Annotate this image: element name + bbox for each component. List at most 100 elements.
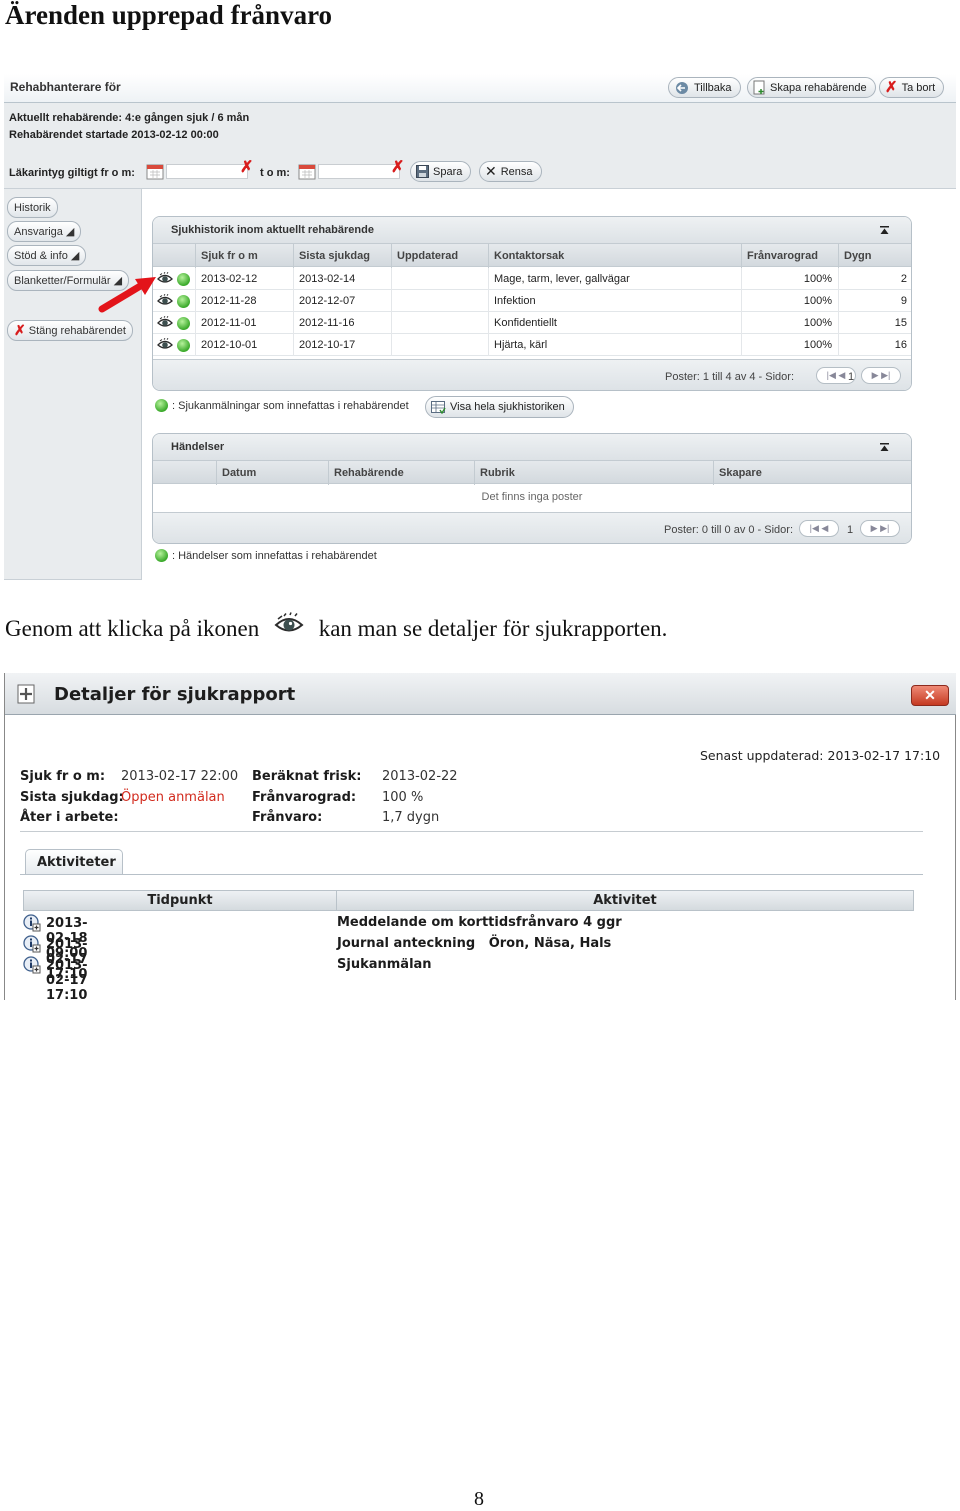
column-header[interactable]: Kontaktorsak <box>488 244 741 268</box>
sidebar-item-label: Ansvariga <box>14 225 63 238</box>
eye-icon[interactable] <box>157 316 173 329</box>
rehab-title: Rehabhanterare för <box>10 80 121 94</box>
add-document-icon <box>17 684 35 704</box>
sidebar-item-responsible[interactable]: Ansvariga ◢ <box>7 221 82 242</box>
certificate-label: Läkarintyg giltigt fr o m: <box>9 167 135 179</box>
column-header[interactable]: Uppdaterad <box>391 244 488 268</box>
info-add-icon[interactable] <box>23 914 41 932</box>
document-heading: Ärenden upprepad frånvaro <box>5 0 333 30</box>
save-button[interactable]: Spara <box>410 161 472 182</box>
cert-from-input[interactable] <box>166 164 248 179</box>
eye-icon[interactable] <box>157 338 173 351</box>
contact-reason-cell: Mage, tarm, lever, gallvägar <box>488 268 741 290</box>
last-sick-day-label: Sista sjukdag: <box>20 790 124 805</box>
collapse-icon[interactable] <box>880 226 889 234</box>
back-button[interactable]: Tillbaka <box>668 77 741 98</box>
activity-time: 2013-02-17 17:10 <box>46 958 88 1003</box>
sidebar-item-history[interactable]: Historik <box>7 197 58 218</box>
close-case-button[interactable]: ✗ Stäng rehabärendet <box>7 320 133 341</box>
next-page-icon[interactable]: ▶ ▶| <box>861 367 901 384</box>
delete-button[interactable]: ✗ Ta bort <box>879 77 945 98</box>
column-header[interactable]: Rubrik <box>474 461 713 485</box>
column-header[interactable]: Frånvarograd <box>741 244 838 268</box>
cert-to-input[interactable] <box>318 164 400 179</box>
events-table-header: Datum Rehabärende Rubrik Skapare <box>153 460 911 485</box>
last-day-cell: 2012-12-07 <box>293 290 391 312</box>
calendar-icon[interactable] <box>146 162 164 180</box>
sidebar-item-label: Blanketter/Formulär <box>14 274 111 287</box>
estimated-healthy-value: 2013-02-22 <box>382 769 458 784</box>
last-day-cell: 2012-11-16 <box>293 312 391 334</box>
collapse-icon[interactable] <box>880 443 889 451</box>
back-label: Tillbaka <box>694 81 732 94</box>
contact-reason-cell: Hjärta, kärl <box>488 334 741 356</box>
certificate-to-label: t o m: <box>260 167 290 179</box>
contact-reason-cell: Konfidentiellt <box>488 312 741 334</box>
dialog-close-button[interactable]: ✕ <box>911 685 949 706</box>
green-dot-icon <box>155 549 168 562</box>
column-header[interactable]: Datum <box>216 461 328 485</box>
page-number[interactable]: 1 <box>848 371 854 383</box>
history-table-header: Sjuk fr o m Sista sjukdag Uppdaterad Kon… <box>153 243 911 268</box>
tab-activities[interactable]: Aktiviteter <box>25 849 123 875</box>
case-started-text: Rehabärendet startade 2013-02-12 00:00 <box>9 129 219 141</box>
absence-value: 1,7 dygn <box>382 810 440 825</box>
activity-text: Meddelande om korttidsfrånvaro 4 ggr <box>337 915 622 930</box>
clear-from-x-icon[interactable]: ✗ <box>240 160 253 176</box>
column-header[interactable]: Aktivitet <box>337 891 913 910</box>
page-number: 8 <box>474 1488 484 1510</box>
events-legend: : Händelser som innefattas i rehabärende… <box>155 549 377 562</box>
activity-text: Sjukanmälan <box>337 957 432 972</box>
floppy-disk-icon <box>416 165 429 178</box>
sick-report-details-dialog: Detaljer för sjukrapport ✕ Senast uppdat… <box>4 673 956 1003</box>
current-case-text: Aktuellt rehabärende: 4:e gången sjuk / … <box>9 112 250 124</box>
info-add-icon[interactable] <box>23 956 41 974</box>
instruction-paragraph: Genom att klicka på ikonen kan man se de… <box>5 612 667 642</box>
table-row[interactable]: 2012-10-01 2012-10-17 Hjärta, kärl 100% 16 <box>153 334 911 356</box>
clear-to-x-icon[interactable]: ✗ <box>391 160 404 176</box>
clear-button[interactable]: ✕ Rensa <box>479 161 542 182</box>
delete-label: Ta bort <box>901 81 936 94</box>
panel-title: Händelser <box>153 434 911 460</box>
sidebar-item-support[interactable]: Stöd & info ◢ <box>7 245 87 266</box>
new-document-icon <box>753 80 765 95</box>
sick-from-value: 2013-02-17 22:00 <box>121 769 239 784</box>
absence-degree-cell: 100% <box>741 334 838 356</box>
days-cell: 16 <box>838 334 911 356</box>
create-case-label: Skapa rehabärende <box>770 81 867 94</box>
column-header[interactable]: Skapare <box>713 461 911 485</box>
table-row[interactable]: 2012-11-28 2012-12-07 Infektion 100% 9 <box>153 290 911 312</box>
absence-degree-cell: 100% <box>741 290 838 312</box>
create-case-button[interactable]: Skapa rehabärende <box>747 77 876 98</box>
info-add-icon[interactable] <box>23 935 41 953</box>
show-full-history-button[interactable]: Visa hela sjukhistoriken <box>425 396 574 418</box>
sidebar-item-label: Stäng rehabärendet <box>28 324 126 337</box>
column-header[interactable]: Rehabärende <box>328 461 474 485</box>
days-cell: 15 <box>838 312 911 334</box>
sick-history-panel: Sjukhistorik inom aktuellt rehabärende S… <box>152 216 912 391</box>
contact-reason-cell: Infektion <box>488 290 741 312</box>
updated-cell <box>391 312 488 334</box>
column-header[interactable]: Tidpunkt <box>24 891 337 910</box>
sick-from-cell: 2012-11-01 <box>195 312 293 334</box>
events-panel: Händelser Datum Rehabärende Rubrik Skapa… <box>152 433 912 544</box>
absence-label: Frånvaro: <box>252 810 323 825</box>
calendar-icon[interactable] <box>298 162 316 180</box>
updated-cell <box>391 268 488 290</box>
history-pager: Poster: 1 till 4 av 4 - Sidor: |◀ ◀ 1 ▶ … <box>153 359 911 390</box>
page-number[interactable]: 1 <box>847 524 853 536</box>
green-dot-icon <box>177 317 190 330</box>
absence-degree-value: 100 % <box>382 790 424 805</box>
text-before-icon: Genom att klicka på ikonen <box>5 616 260 641</box>
column-header[interactable]: Sjuk fr o m <box>195 244 293 268</box>
back-arrow-icon <box>676 81 688 94</box>
column-header[interactable]: Sista sjukdag <box>293 244 391 268</box>
history-legend: : Sjukanmälningar som innefattas i rehab… <box>155 399 409 412</box>
column-header[interactable]: Dygn <box>838 244 911 268</box>
clear-label: Rensa <box>500 165 533 178</box>
next-page-icon[interactable]: ▶ ▶| <box>860 520 900 537</box>
table-row[interactable]: 2013-02-12 2013-02-14 Mage, tarm, lever, g… <box>153 268 911 290</box>
table-row[interactable]: 2012-11-01 2012-11-16 Konfidentiellt 100% 15 <box>153 312 911 334</box>
prev-page-icon[interactable]: |◀ ◀ <box>799 520 839 537</box>
close-x-icon: ✗ <box>14 322 26 338</box>
